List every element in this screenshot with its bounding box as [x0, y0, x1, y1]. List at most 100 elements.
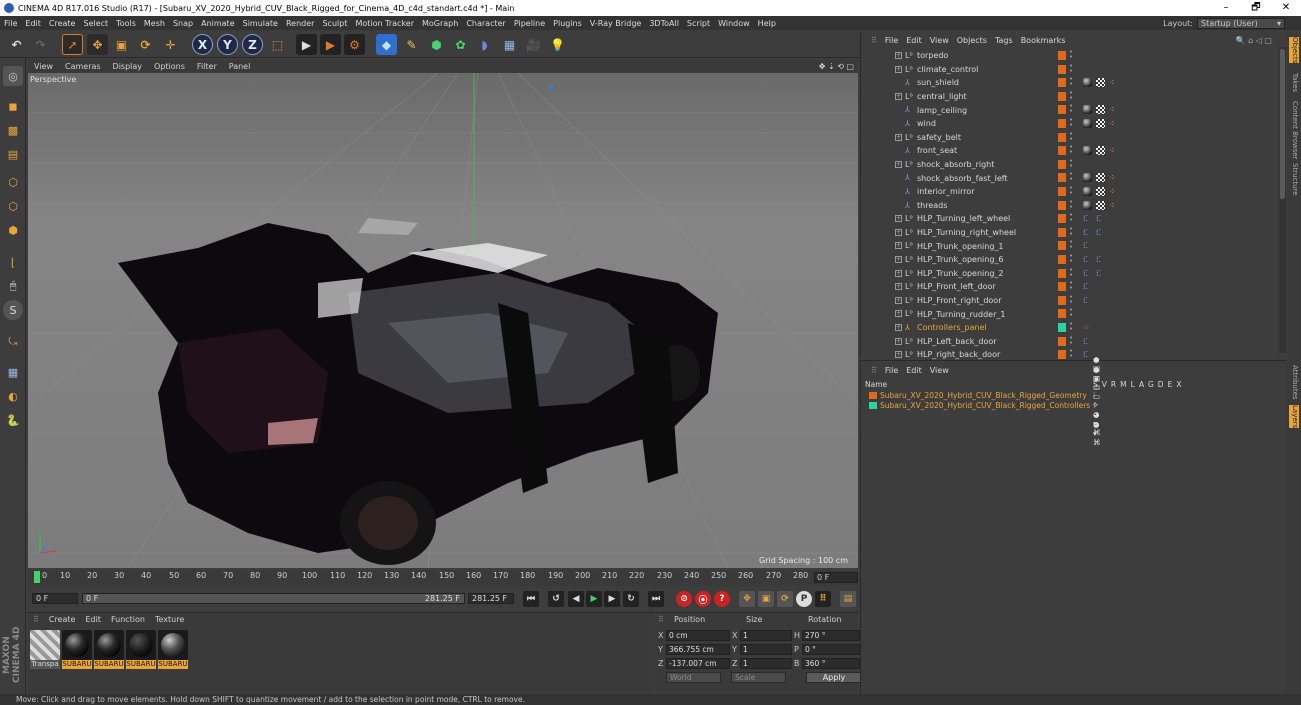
- viewport-menu-view[interactable]: View: [28, 62, 59, 71]
- visibility-dots[interactable]: • •: [1069, 348, 1073, 360]
- viewport-menu-cameras[interactable]: Cameras: [59, 62, 107, 71]
- viewport-nav-icons[interactable]: ✥ ⇣ ⟲ ▢: [819, 62, 854, 71]
- layer-color-swatch[interactable]: [869, 392, 877, 399]
- constraint-tag-icon[interactable]: ⁞⁚: [1096, 214, 1105, 223]
- material-tag-icon[interactable]: [1083, 146, 1092, 156]
- viewport-menu-options[interactable]: Options: [148, 62, 191, 71]
- viewport-menu-filter[interactable]: Filter: [191, 62, 223, 71]
- rotation-b-field[interactable]: 360 °: [802, 658, 860, 669]
- rotate-tool-icon[interactable]: ⟳: [135, 34, 156, 55]
- material-tag-icon[interactable]: [1083, 200, 1092, 210]
- objects-menu-bookmarks[interactable]: Bookmarks: [1017, 36, 1070, 45]
- viewport-menu-panel[interactable]: Panel: [223, 62, 257, 71]
- objects-menu-tags[interactable]: Tags: [991, 36, 1017, 45]
- menu-tools[interactable]: Tools: [112, 19, 140, 28]
- visibility-dots[interactable]: • •: [1069, 212, 1073, 224]
- uvw-tag-icon[interactable]: [1096, 200, 1105, 210]
- edges-mode-icon[interactable]: ⬡: [3, 196, 23, 216]
- visibility-dots[interactable]: • •: [1069, 49, 1073, 61]
- uvw-tag-icon[interactable]: [1096, 119, 1105, 128]
- layer-row[interactable]: Subaru_XV_2020_Hybrid_CUV_Black_Rigged_C…: [869, 365, 1101, 447]
- expand-toggle-icon[interactable]: +: [895, 337, 902, 345]
- prev-key-icon[interactable]: ↺: [548, 591, 564, 607]
- constraint-tag-icon[interactable]: ⁞⁚: [1096, 228, 1105, 237]
- weight-tag-icon[interactable]: ⁘: [1109, 173, 1118, 182]
- layer-color-swatch[interactable]: [1058, 64, 1066, 74]
- visibility-dots[interactable]: • •: [1069, 253, 1073, 265]
- object-row[interactable]: + ⅄ Controllers_panel • • ⁘: [861, 321, 1279, 335]
- visibility-dots[interactable]: • •: [1069, 185, 1073, 197]
- menu-snap[interactable]: Snap: [169, 19, 197, 28]
- key-position-icon[interactable]: ✥: [739, 591, 755, 607]
- expand-toggle-icon[interactable]: +: [895, 92, 902, 100]
- layer-color-swatch[interactable]: [1058, 105, 1066, 115]
- viewport-perspective[interactable]: Perspective Grid Spacing : 100 cm: [28, 73, 858, 568]
- tab-content-browser[interactable]: Content Browser: [1289, 101, 1299, 159]
- constraint-tag-icon[interactable]: ⁞⁚: [1083, 241, 1092, 250]
- objects-menu-objects[interactable]: Objects: [953, 36, 991, 45]
- weight-tag-icon[interactable]: ⁘: [1083, 323, 1092, 332]
- snap-icon[interactable]: S: [3, 300, 23, 320]
- make-editable-icon[interactable]: ◎: [3, 66, 23, 86]
- visibility-dots[interactable]: • •: [1069, 293, 1073, 305]
- visibility-dots[interactable]: • •: [1069, 198, 1073, 210]
- material-menu-create[interactable]: Create: [44, 615, 81, 624]
- cloner-icon[interactable]: ✿: [450, 34, 471, 55]
- key-rotation-icon[interactable]: ⟳: [777, 591, 793, 607]
- coordinate-system-icon[interactable]: ⬚: [267, 34, 288, 55]
- layer-color-swatch[interactable]: [1058, 200, 1066, 210]
- expand-toggle-icon[interactable]: +: [895, 324, 902, 331]
- object-row[interactable]: + L⁰ HLP_Turning_right_wheel • • ⁞⁚ ⁞⁚: [861, 225, 1279, 240]
- floor-icon[interactable]: ▦: [499, 34, 520, 55]
- visibility-dots[interactable]: • •: [1069, 103, 1073, 115]
- polygons-mode-icon[interactable]: ⬢: [3, 220, 23, 240]
- material-tag-icon[interactable]: [1083, 78, 1092, 88]
- constraint-tag-icon[interactable]: ⁞⁚: [1083, 255, 1092, 264]
- tab-objects[interactable]: Objects: [1289, 37, 1299, 64]
- key-scale-icon[interactable]: ▣: [758, 591, 774, 607]
- material-swatch[interactable]: SUBARU: [126, 630, 156, 670]
- expand-toggle-icon[interactable]: +: [895, 256, 902, 263]
- objects-menu-view[interactable]: View: [926, 36, 953, 45]
- layer-color-swatch[interactable]: [1058, 51, 1066, 60]
- menu-help[interactable]: Help: [754, 19, 780, 28]
- deformer-icon[interactable]: ◗: [474, 34, 495, 55]
- visibility-dots[interactable]: • •: [1069, 280, 1073, 292]
- layer-color-swatch[interactable]: [1058, 282, 1066, 292]
- layer-color-swatch[interactable]: [1058, 214, 1066, 224]
- start-frame-field[interactable]: 0 F: [32, 593, 78, 604]
- constraint-tag-icon[interactable]: ⁞⁚: [1096, 269, 1105, 278]
- menu-motion-tracker[interactable]: Motion Tracker: [351, 19, 418, 28]
- layer-color-swatch[interactable]: [869, 402, 877, 409]
- go-to-end-icon[interactable]: ⏭: [648, 591, 664, 607]
- weight-tag-icon[interactable]: ⁘: [1109, 201, 1118, 210]
- objects-menu-edit[interactable]: Edit: [902, 36, 926, 45]
- menu-vray-bridge[interactable]: V-Ray Bridge: [586, 19, 646, 28]
- object-row[interactable]: + L⁰ torpedo • •: [861, 49, 1279, 63]
- position-y-field[interactable]: 366.755 cm: [666, 644, 730, 655]
- object-row[interactable]: ⅄ wind • • ⁘: [861, 117, 1279, 131]
- size-y-field[interactable]: 1: [740, 644, 792, 655]
- record-keys-icon[interactable]: ⊘: [676, 591, 692, 607]
- cube-icon[interactable]: ◆: [376, 34, 397, 55]
- menu-pipeline[interactable]: Pipeline: [510, 19, 549, 28]
- objects-menu-file[interactable]: File: [881, 36, 902, 45]
- layer-color-swatch[interactable]: [1058, 336, 1066, 346]
- python-icon[interactable]: 🐍: [3, 410, 23, 430]
- menu-create[interactable]: Create: [45, 19, 80, 28]
- tweak-mode-icon[interactable]: 🖱: [3, 276, 23, 296]
- model-mode-icon[interactable]: ◼: [3, 96, 23, 116]
- subdivision-icon[interactable]: ⬢: [426, 34, 447, 55]
- visibility-dots[interactable]: • •: [1069, 266, 1073, 278]
- size-z-field[interactable]: 1: [740, 658, 792, 669]
- visibility-dots[interactable]: • •: [1069, 89, 1073, 101]
- texture-mode-icon[interactable]: ▩: [3, 120, 23, 140]
- coordinate-space-select[interactable]: World: [666, 672, 721, 683]
- constraint-tag-icon[interactable]: ⁞⁚: [1083, 269, 1092, 278]
- visibility-dots[interactable]: • •: [1069, 157, 1073, 169]
- layer-color-swatch[interactable]: [1058, 323, 1066, 332]
- uvw-tag-icon[interactable]: [1096, 187, 1105, 196]
- layers-menu-edit[interactable]: Edit: [902, 366, 926, 375]
- object-row[interactable]: ⅄ lamp_ceiling • • ⁘: [861, 103, 1279, 117]
- layer-color-swatch[interactable]: [1058, 295, 1066, 305]
